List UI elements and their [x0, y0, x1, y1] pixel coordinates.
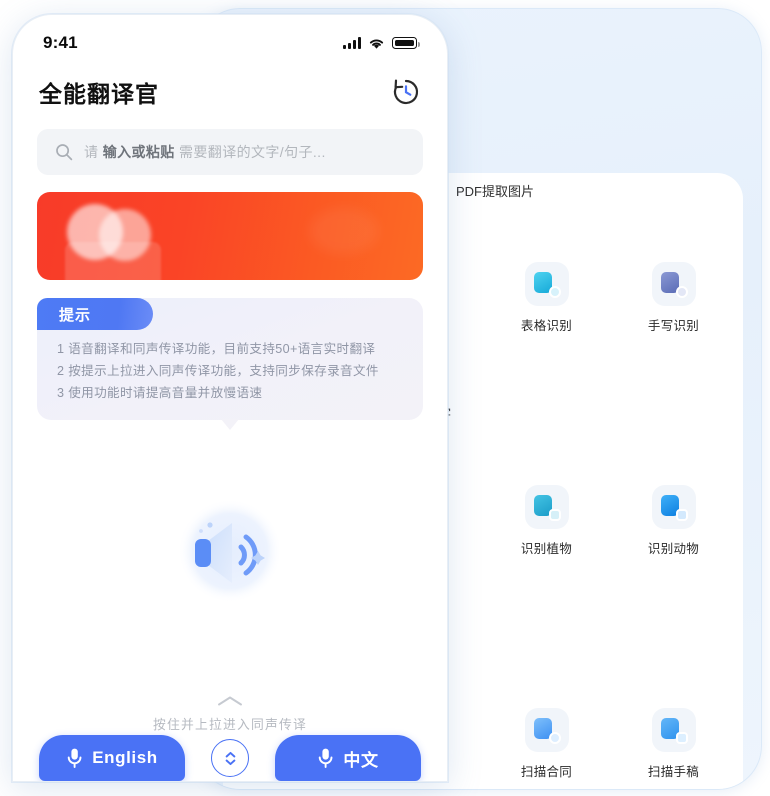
tool-item[interactable]: 表格识别	[483, 254, 610, 340]
tool-item[interactable]: 识别动物	[610, 477, 737, 563]
status-bar: 9:41	[13, 15, 447, 61]
banner-bubble-2	[99, 209, 151, 261]
ph-pre: 请	[84, 144, 103, 160]
banner-sheen	[309, 208, 379, 254]
plant-recognize-icon	[524, 485, 569, 529]
tip-line: 1 语音翻译和同声传译功能，目前支持50+语言实时翻译	[57, 342, 376, 356]
signal-bars-icon	[343, 37, 361, 49]
tips-panel: 1 语音翻译和同声传译功能，目前支持50+语言实时翻译 2 按提示上拉进入同声传…	[37, 298, 423, 430]
tips-tail	[221, 419, 239, 430]
pull-hint[interactable]: 按住并上拉进入同声传译	[13, 695, 447, 733]
tool-item[interactable]: 照片	[229, 788, 356, 789]
promo-banner[interactable]	[37, 192, 423, 280]
search-icon	[56, 144, 73, 161]
language-label-source: English	[92, 748, 158, 767]
tip-line: 3 使用功能时请提高音量并放慢语速	[57, 386, 263, 400]
status-time: 9:41	[43, 33, 78, 52]
history-clock-icon[interactable]	[391, 77, 421, 107]
language-label-target: 中文	[343, 750, 379, 770]
speaker-megaphone-icon	[13, 485, 447, 621]
tool-item[interactable]: 识别植物	[483, 477, 610, 563]
handwriting-recognize-icon	[651, 262, 696, 306]
microphone-icon	[319, 748, 333, 768]
tool-item[interactable]: 扫描试卷	[356, 788, 483, 789]
pdf-tool-extract[interactable]: PDF提取图片	[439, 181, 551, 200]
tool-label: 扫描手稿	[647, 765, 700, 779]
scan-contract-icon	[524, 708, 569, 752]
tool-label: 表格识别	[520, 319, 573, 333]
tool-label: 扫描合同	[520, 765, 573, 779]
swap-vertical-icon[interactable]	[211, 739, 249, 777]
foreground-phone-translator-app: 9:41 全能翻译官 请 输入或粘贴 需要翻译的文字/句子... 1 语音翻译和…	[12, 14, 448, 782]
language-button-target[interactable]: 中文	[275, 735, 421, 781]
wifi-icon	[369, 38, 384, 49]
app-header: 全能翻译官	[13, 61, 447, 113]
scan-manuscript-icon	[651, 708, 696, 752]
search-input[interactable]: 请 输入或粘贴 需要翻译的文字/句子...	[37, 129, 423, 175]
tool-label: 识别植物	[520, 542, 573, 556]
chevron-up-icon	[218, 696, 242, 706]
screenshot-root: 合并 PDF拆分 PDF提取图片 化工具 识别 拍图识别	[0, 0, 770, 796]
ph-bold: 输入或粘贴	[102, 144, 175, 160]
battery-icon	[392, 37, 420, 49]
tip-line: 2 按提示上拉进入同声传译功能，支持同步保存录音文件	[57, 364, 379, 378]
tool-item[interactable]: 扫描票据	[483, 788, 610, 789]
animal-recognize-icon	[651, 485, 696, 529]
search-placeholder: 请 输入或粘贴 需要翻译的文字/句子...	[84, 142, 326, 162]
tool-item[interactable]: 扫描合同	[483, 700, 610, 786]
tool-label: 手写识别	[647, 319, 700, 333]
page-title: 全能翻译官	[39, 81, 159, 107]
tool-item[interactable]: 扫描手稿	[610, 700, 737, 786]
ph-post: 需要翻译的文字/句子...	[174, 144, 326, 160]
tool-label: 识别动物	[647, 542, 700, 556]
pull-hint-label: 按住并上拉进入同声传译	[153, 717, 307, 732]
status-icons	[343, 37, 420, 50]
tips-badge: 提示	[37, 298, 153, 330]
table-recognize-icon	[524, 262, 569, 306]
language-button-source[interactable]: English	[39, 735, 185, 781]
language-bar: English 中文	[13, 735, 447, 781]
tips-badge-label: 提示	[59, 306, 92, 324]
microphone-icon	[67, 748, 82, 768]
tool-item[interactable]: 手写识别	[610, 254, 737, 340]
